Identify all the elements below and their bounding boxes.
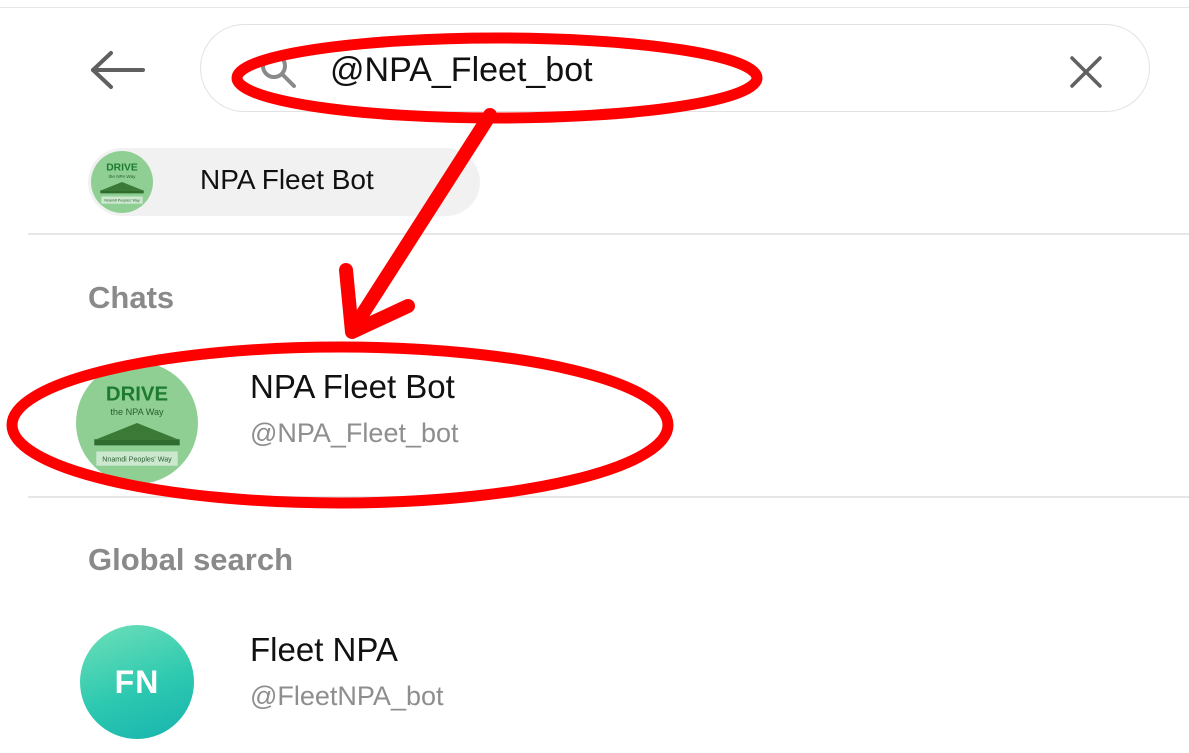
logo-text-drive: DRIVE [106,384,168,406]
annotation-arrow-shaft [353,108,497,325]
logo-text-motto: Nnamdi Peoples' Way [102,456,172,464]
global-result-name: Fleet NPA [250,631,398,668]
bot-avatar: DRIVE the NPA Way Nnamdi Peoples' Way [76,362,198,484]
drive-logo-icon: DRIVE the NPA Way Nnamdi Peoples' Way [76,362,198,484]
divider [28,233,1189,235]
logo-text-motto: Nnamdi Peoples' Way [104,199,139,203]
global-result-row[interactable]: FN Fleet NPA @FleetNPA_bot [0,625,1189,739]
logo-text-tagline: the NPA Way [110,407,164,417]
drive-logo-icon: DRIVE the NPA Way Nnamdi Peoples' Way [91,151,153,213]
search-icon [261,53,296,88]
global-result-username: @FleetNPA_bot [250,681,444,711]
divider [28,496,1189,498]
recent-search-chip[interactable]: DRIVE the NPA Way Nnamdi Peoples' Way NP… [88,148,480,216]
initials-avatar: FN [80,625,194,739]
search-screen: DRIVE the NPA Way Nnamdi Peoples' Way NP… [0,0,1189,753]
clear-search-button[interactable] [1064,50,1108,94]
bot-avatar: DRIVE the NPA Way Nnamdi Peoples' Way [91,151,153,213]
search-input[interactable] [330,44,1010,96]
back-arrow-icon [91,51,145,89]
chat-name: NPA Fleet Bot [250,368,455,405]
section-title-global-search: Global search [88,542,294,577]
annotation-arrow-head [339,263,415,339]
close-icon [1070,56,1102,88]
back-button[interactable] [84,46,150,94]
chat-result-row[interactable]: DRIVE the NPA Way Nnamdi Peoples' Way NP… [0,362,1189,484]
chip-label: NPA Fleet Bot [200,164,374,195]
logo-text-tagline: the NPA Way [109,174,137,179]
top-divider [0,7,1189,8]
section-title-chats: Chats [88,280,175,315]
chat-username: @NPA_Fleet_bot [250,418,459,448]
logo-text-drive: DRIVE [106,163,138,174]
